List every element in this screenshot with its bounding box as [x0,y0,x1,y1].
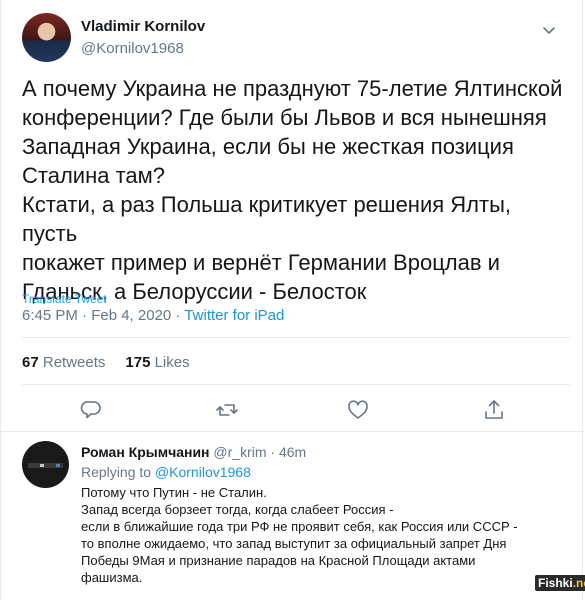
retweets-stat[interactable]: 67 Retweets [22,354,105,371]
divider [22,337,570,338]
engagement-stats: 67 Retweets 175 Likes [22,354,190,371]
likes-label: Likes [154,354,190,371]
reply-author-line: Роман Крымчанин @r_krim · 46m [81,444,306,460]
tweet-text-line: Сталина там? [22,163,165,188]
tweet-text-line: конференции? Где были бы Львов и вся нын… [22,105,547,130]
replying-prefix: Replying to [81,464,155,480]
tweet-text-line: Кстати, а раз Польша критикует решения Я… [22,192,511,246]
site-watermark: Fishki.net [535,575,585,591]
reply-text-line: Потому что Путин - не Сталин. [81,485,267,500]
tweet-time[interactable]: 6:45 PM · Feb 4, 2020 · [22,307,184,324]
likes-count: 175 [125,354,151,371]
reply-text-line: фашизма. [81,570,143,585]
reply-icon[interactable] [79,398,103,422]
tweet-text-line: А почему Украина не празднуют 75-летие Я… [22,76,563,101]
retweets-count: 67 [22,354,39,371]
tweet-text: А почему Украина не празднуют 75-летие Я… [22,74,572,306]
author-handle[interactable]: @Kornilov1968 [81,40,184,57]
reply-text-line: Запад всегда борзеет тогда, когда слабее… [81,502,394,517]
watermark-text: Fishki [538,576,573,590]
reply-author-avatar[interactable] [22,441,69,488]
tweet-timestamp-line: 6:45 PM · Feb 4, 2020 · Twitter for iPad [22,307,284,324]
reply-text: Потому что Путин - не Сталин. Запад всег… [81,484,561,586]
reply-text-line: Победы 9Мая и признание парадов на Красн… [81,553,476,568]
like-icon[interactable] [346,398,370,422]
reply-text-line: если в ближайшие года три РФ не проявит … [81,519,518,534]
reply-author-name[interactable]: Роман Крымчанин [81,444,210,460]
share-icon[interactable] [482,398,506,422]
divider [22,384,570,385]
divider [1,431,584,432]
replying-to-line: Replying to @Kornilov1968 [81,464,251,480]
reply-text-line: то вполне ожидаемо, что запад выступит з… [81,536,507,551]
retweets-label: Retweets [42,354,106,371]
watermark-suffix: .net [572,576,585,590]
reply-age: · 46m [266,444,307,460]
translate-tweet-link[interactable]: Translate Tweet [22,292,107,306]
likes-stat[interactable]: 175 Likes [125,354,189,371]
tweet-client-link[interactable]: Twitter for iPad [184,307,284,324]
retweet-icon[interactable] [215,398,239,422]
author-avatar[interactable] [22,13,71,62]
replying-to-mention[interactable]: @Kornilov1968 [155,464,251,480]
tweet-card: Vladimir Kornilov @Kornilov1968 А почему… [0,0,585,600]
author-name[interactable]: Vladimir Kornilov [81,18,205,35]
reply-author-handle[interactable]: @r_krim [213,444,266,460]
tweet-text-line: покажет пример и вернёт Германии Вроцлав… [22,250,500,275]
tweet-text-line: Западная Украина, если бы не жесткая поз… [22,134,514,159]
chevron-down-icon[interactable] [539,20,559,40]
